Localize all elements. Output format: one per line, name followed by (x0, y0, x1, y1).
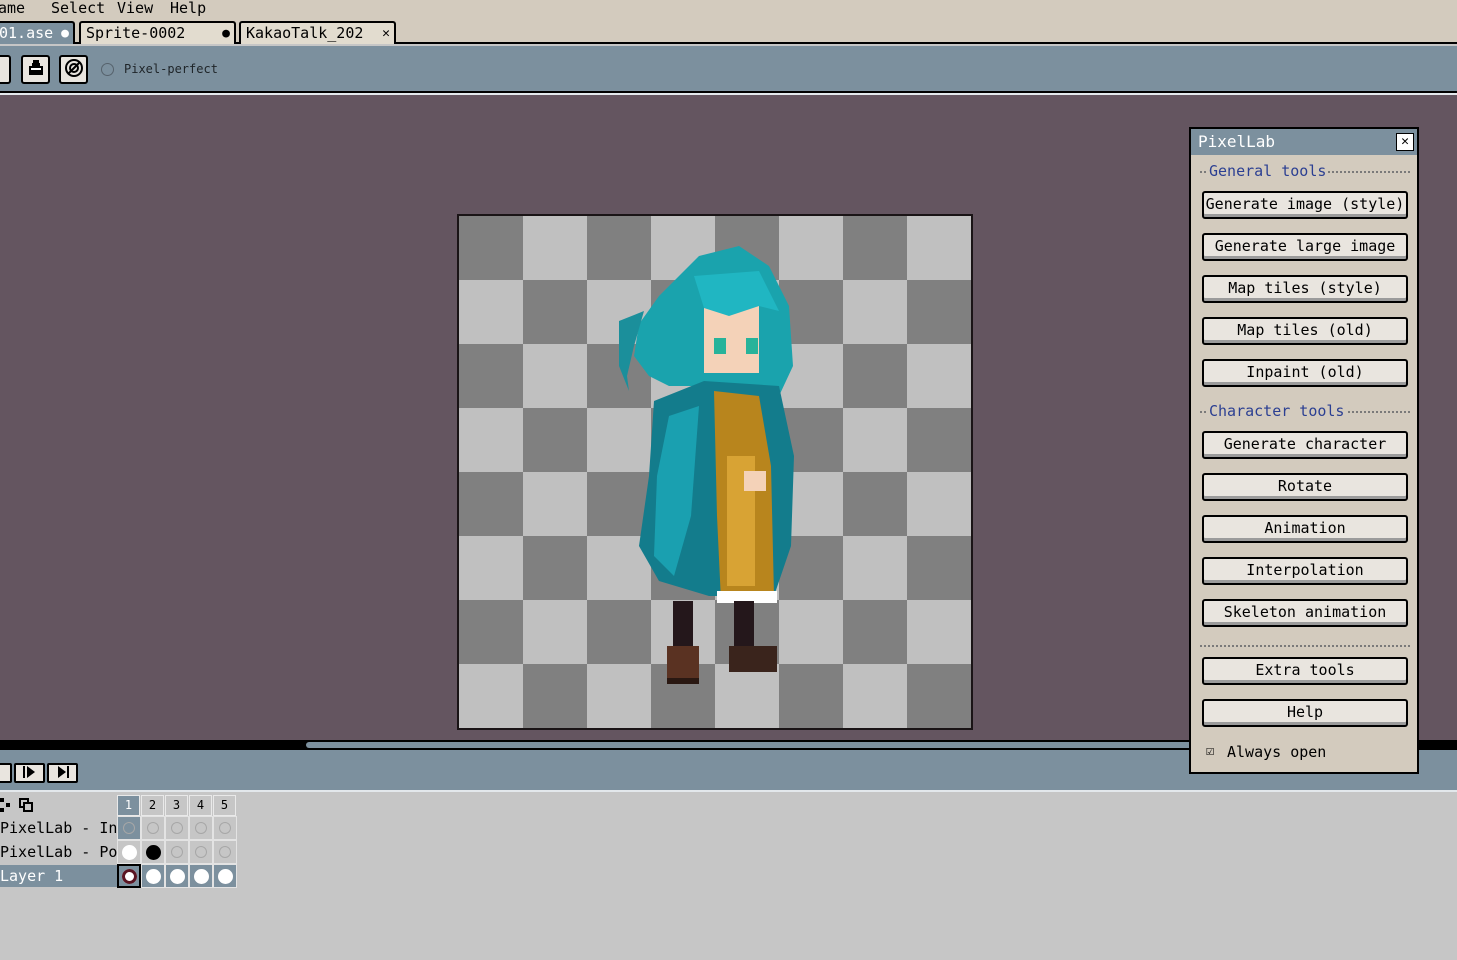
checkbox-checked-icon[interactable]: ☑ (1206, 744, 1220, 758)
cel[interactable] (189, 864, 213, 888)
last-frame-button[interactable] (47, 763, 78, 783)
empty-cel-icon (123, 822, 135, 834)
section-character-tools: Character tools (1200, 401, 1410, 421)
cel[interactable] (117, 816, 141, 840)
ink-bottle-icon (27, 59, 45, 81)
empty-cel-icon (195, 822, 207, 834)
tab-bar: 01.ase ● Sprite-0002 ● KakaoTalk_202 ✕ (0, 18, 1457, 44)
extra-tools-button[interactable]: Extra tools (1202, 657, 1408, 685)
tool-option-button[interactable] (0, 55, 11, 84)
empty-cel-icon (219, 822, 231, 834)
tab-sprite-0001[interactable]: 01.ase ● (0, 21, 75, 44)
context-bar: Pixel-perfect (0, 46, 1457, 93)
cel[interactable] (141, 816, 165, 840)
layer-row-pixellab-inp[interactable]: PixelLab - Inp (0, 817, 117, 839)
cel[interactable] (141, 840, 165, 864)
cel[interactable] (165, 864, 189, 888)
section-label: Character tools (1207, 401, 1347, 421)
play-button[interactable] (14, 763, 45, 783)
cel[interactable] (189, 816, 213, 840)
tab-label: Sprite-0002 (86, 24, 186, 42)
filled-cel-icon (145, 844, 161, 860)
cel[interactable] (165, 816, 189, 840)
layer-visibility-header-icon[interactable] (0, 795, 15, 815)
map-tiles-old-button[interactable]: Map tiles (old) (1202, 317, 1408, 345)
frame-header-1[interactable]: 1 (117, 795, 140, 816)
animation-button[interactable]: Animation (1202, 515, 1408, 543)
dynamics-icon (64, 58, 84, 82)
layers-panel: 1 2 3 4 5 PixelLab - Inp PixelLab - Pos … (0, 794, 1457, 960)
empty-cel-icon (171, 846, 183, 858)
ink-button[interactable] (21, 55, 50, 84)
modified-dot-icon: ● (61, 26, 69, 41)
character-sprite (619, 246, 794, 684)
tab-kakaotalk[interactable]: KakaoTalk_202 ✕ (239, 21, 396, 44)
layer-row-pixellab-pos[interactable]: PixelLab - Pos (0, 841, 117, 863)
frame-header-5[interactable]: 5 (213, 795, 236, 816)
generate-image-style-button[interactable]: Generate image (style) (1202, 191, 1408, 219)
tab-label: 01.ase (0, 24, 54, 42)
empty-cel-icon (219, 846, 231, 858)
horizontal-scrollbar-thumb[interactable] (306, 742, 1196, 748)
menu-bar: ame Select View Help (0, 0, 1457, 18)
skeleton-animation-button[interactable]: Skeleton animation (1202, 599, 1408, 627)
interpolation-button[interactable]: Interpolation (1202, 557, 1408, 585)
menu-item-help[interactable]: Help (170, 0, 206, 18)
cel-selected[interactable] (117, 864, 141, 888)
layer-row-layer-1[interactable]: Layer 1 (0, 865, 117, 887)
filled-cel-icon (217, 868, 233, 884)
section-label: General tools (1207, 161, 1329, 181)
menu-item-view[interactable]: View (117, 0, 153, 18)
frame-header-2[interactable]: 2 (141, 795, 164, 816)
frame-header-4[interactable]: 4 (189, 795, 212, 816)
cel[interactable] (213, 864, 237, 888)
filled-cel-icon (121, 868, 137, 884)
pixellab-panel: PixelLab ✕ General tools Generate image … (1189, 127, 1419, 774)
layer-link-header-icon[interactable] (16, 795, 35, 815)
filled-cel-icon (145, 868, 161, 884)
map-tiles-style-button[interactable]: Map tiles (style) (1202, 275, 1408, 303)
pixel-perfect-label: Pixel-perfect (124, 62, 218, 76)
help-button[interactable]: Help (1202, 699, 1408, 727)
tab-label: KakaoTalk_202 (246, 24, 364, 42)
cel[interactable] (213, 840, 237, 864)
menu-item-game[interactable]: ame (0, 0, 25, 18)
filled-cel-icon (169, 868, 185, 884)
pixel-perfect-checkbox[interactable] (101, 63, 114, 76)
modified-dot-icon: ● (222, 26, 230, 41)
filled-cel-icon (121, 844, 137, 860)
close-icon[interactable]: ✕ (1396, 133, 1414, 151)
pixellab-title-bar[interactable]: PixelLab ✕ (1191, 129, 1417, 155)
empty-cel-icon (171, 822, 183, 834)
rotate-button[interactable]: Rotate (1202, 473, 1408, 501)
cel[interactable] (189, 840, 213, 864)
close-icon[interactable]: ✕ (382, 24, 390, 43)
play-icon (22, 764, 37, 782)
cel[interactable] (213, 816, 237, 840)
sprite-canvas[interactable] (457, 214, 973, 730)
cel[interactable] (165, 840, 189, 864)
empty-cel-icon (147, 822, 159, 834)
panel-title: PixelLab (1198, 132, 1276, 151)
dynamics-button[interactable] (59, 55, 88, 84)
always-open-label: Always open (1227, 743, 1327, 761)
cel[interactable] (141, 864, 165, 888)
section-general-tools: General tools (1200, 161, 1410, 181)
dotted-divider (1200, 645, 1410, 647)
cel[interactable] (117, 840, 141, 864)
filled-cel-icon (193, 868, 209, 884)
generate-character-button[interactable]: Generate character (1202, 431, 1408, 459)
frame-header-3[interactable]: 3 (165, 795, 188, 816)
generate-large-image-button[interactable]: Generate large image (1202, 233, 1408, 261)
inpaint-old-button[interactable]: Inpaint (old) (1202, 359, 1408, 387)
play-backward-button[interactable] (0, 763, 12, 783)
menu-item-select[interactable]: Select (51, 0, 105, 18)
tab-sprite-0002[interactable]: Sprite-0002 ● (79, 21, 236, 44)
empty-cel-icon (195, 846, 207, 858)
skip-to-end-icon (56, 764, 70, 782)
